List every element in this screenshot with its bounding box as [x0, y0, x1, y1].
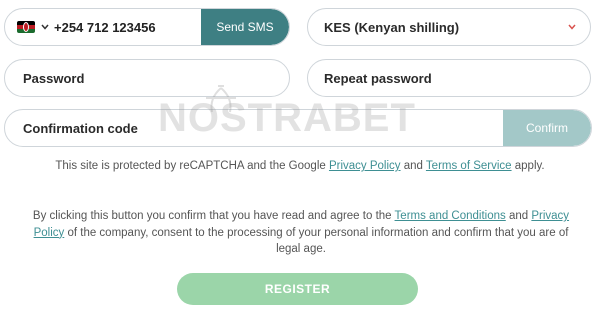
agreement-prefix: By clicking this button you confirm that… [32, 210, 395, 222]
currency-value: KES (Kenyan shilling) [324, 19, 460, 35]
repeat-password-placeholder: Repeat password [324, 70, 432, 86]
terms-and-conditions-link[interactable]: Terms and Conditions [395, 210, 506, 222]
recaptcha-suffix: apply. [511, 160, 545, 172]
kenya-flag-icon[interactable] [17, 21, 35, 33]
currency-select[interactable]: KES (Kenyan shilling) [307, 8, 591, 46]
password-placeholder: Password [23, 70, 85, 86]
agreement-suffix: of the company, consent to the processin… [64, 226, 569, 256]
confirmation-code-placeholder: Confirmation code [23, 120, 138, 136]
agreement-and: and [505, 210, 532, 222]
recaptcha-prefix: This site is protected by reCAPTCHA and … [55, 160, 329, 172]
recaptcha-notice: This site is protected by reCAPTCHA and … [0, 160, 600, 172]
chevron-down-icon[interactable] [38, 20, 52, 34]
password-field[interactable]: Password [4, 59, 290, 97]
register-button[interactable]: REGISTER [177, 273, 418, 305]
google-terms-link[interactable]: Terms of Service [426, 160, 512, 172]
confirm-button[interactable]: Confirm [503, 110, 591, 146]
recaptcha-and: and [400, 160, 426, 172]
agreement-notice: By clicking this button you confirm that… [26, 208, 576, 258]
chevron-down-icon[interactable] [568, 24, 576, 30]
phone-number-input[interactable]: +254 712 123456 [54, 20, 201, 35]
send-sms-button[interactable]: Send SMS [201, 9, 289, 45]
confirmation-code-field[interactable]: Confirmation code Confirm [4, 109, 592, 147]
google-privacy-policy-link[interactable]: Privacy Policy [329, 160, 401, 172]
phone-field[interactable]: +254 712 123456 Send SMS [4, 8, 290, 46]
repeat-password-field[interactable]: Repeat password [307, 59, 591, 97]
